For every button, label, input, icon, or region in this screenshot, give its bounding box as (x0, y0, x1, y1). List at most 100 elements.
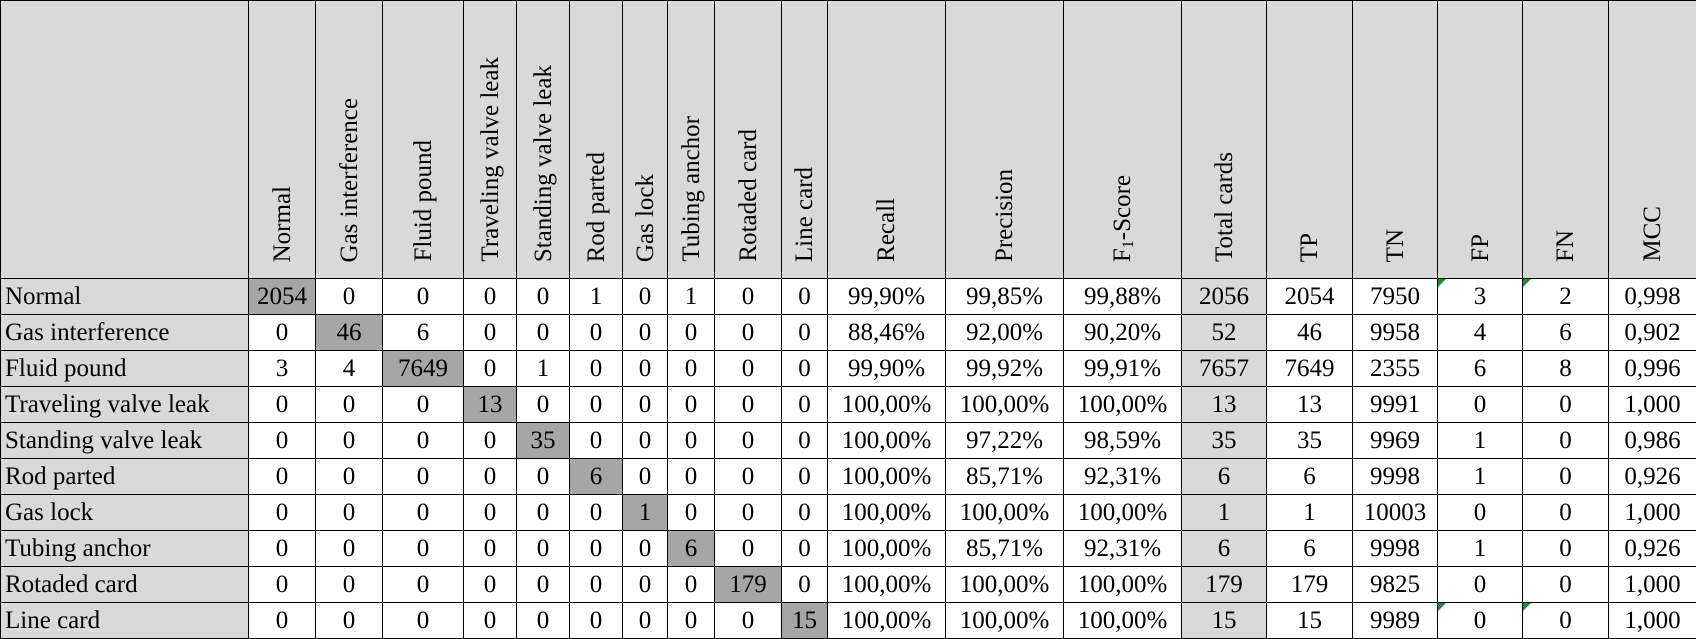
col-header-gas-interference: Gas interference (316, 1, 383, 279)
table-row: Tubing anchor0000000600100,00%85,71%92,3… (1, 531, 1696, 567)
matrix-cell: 0 (668, 603, 715, 639)
matrix-cell: 0 (623, 387, 668, 423)
matrix-cell: 0 (570, 495, 623, 531)
matrix-cell: 0 (715, 387, 782, 423)
fp-cell: 1 (1438, 459, 1523, 495)
matrix-cell: 0 (249, 387, 316, 423)
total-cell: 7657 (1182, 351, 1267, 387)
tn-cell: 7950 (1353, 279, 1438, 315)
diagonal-cell: 7649 (383, 351, 464, 387)
diagonal-cell: 15 (782, 603, 828, 639)
matrix-cell: 0 (316, 603, 383, 639)
matrix-cell: 0 (383, 531, 464, 567)
col-header-total-cards: Total cards (1182, 1, 1267, 279)
corner-cell (1, 1, 249, 279)
matrix-cell: 0 (383, 459, 464, 495)
matrix-cell: 0 (316, 387, 383, 423)
diagonal-cell: 46 (316, 315, 383, 351)
mcc-cell: 0,996 (1609, 351, 1696, 387)
tn-cell: 9825 (1353, 567, 1438, 603)
matrix-cell: 0 (570, 567, 623, 603)
matrix-cell: 0 (316, 459, 383, 495)
fp-cell: 0 (1438, 387, 1523, 423)
fn-cell: 0 (1523, 603, 1609, 639)
mcc-cell: 0,902 (1609, 315, 1696, 351)
fn-cell: 0 (1523, 531, 1609, 567)
total-cell: 179 (1182, 567, 1267, 603)
row-label: Tubing anchor (1, 531, 249, 567)
fp-cell: 6 (1438, 351, 1523, 387)
tn-cell: 10003 (1353, 495, 1438, 531)
total-cell: 2056 (1182, 279, 1267, 315)
row-label: Gas lock (1, 495, 249, 531)
matrix-cell: 0 (715, 423, 782, 459)
matrix-cell: 0 (464, 567, 517, 603)
table-row: Gas lock0000001000100,00%100,00%100,00%1… (1, 495, 1696, 531)
table-body: Normal205400001010099,90%99,85%99,88%205… (1, 279, 1696, 639)
diagonal-cell: 179 (715, 567, 782, 603)
matrix-cell: 0 (517, 315, 570, 351)
matrix-cell: 0 (715, 603, 782, 639)
fp-cell: 0 (1438, 603, 1523, 639)
matrix-cell: 0 (570, 387, 623, 423)
matrix-cell: 0 (383, 423, 464, 459)
matrix-cell: 0 (517, 495, 570, 531)
tp-cell: 6 (1267, 531, 1353, 567)
recall-cell: 99,90% (828, 279, 946, 315)
matrix-cell: 0 (383, 603, 464, 639)
table-row: Fluid pound347649010000099,90%99,92%99,9… (1, 351, 1696, 387)
precision-cell: 100,00% (946, 495, 1064, 531)
fn-cell: 0 (1523, 495, 1609, 531)
matrix-cell: 0 (570, 423, 623, 459)
matrix-cell: 0 (668, 387, 715, 423)
table-row: Standing valve leak00003500000100,00%97,… (1, 423, 1696, 459)
tn-cell: 2355 (1353, 351, 1438, 387)
mcc-cell: 1,000 (1609, 603, 1696, 639)
matrix-cell: 0 (715, 279, 782, 315)
total-cell: 6 (1182, 531, 1267, 567)
matrix-cell: 0 (464, 495, 517, 531)
col-header-tp: TP (1267, 1, 1353, 279)
matrix-cell: 0 (782, 279, 828, 315)
row-label: Line card (1, 603, 249, 639)
tp-cell: 179 (1267, 567, 1353, 603)
header-row: Normal Gas interference Fluid pound Trav… (1, 1, 1696, 279)
diagonal-cell: 13 (464, 387, 517, 423)
tn-cell: 9969 (1353, 423, 1438, 459)
fp-cell: 0 (1438, 495, 1523, 531)
f1-cell: 99,91% (1064, 351, 1182, 387)
table-row: Line card00000000015100,00%100,00%100,00… (1, 603, 1696, 639)
matrix-cell: 0 (570, 531, 623, 567)
f1-main: F (1109, 248, 1136, 262)
matrix-cell: 0 (623, 531, 668, 567)
tn-cell: 9998 (1353, 531, 1438, 567)
tp-cell: 15 (1267, 603, 1353, 639)
col-header-precision: Precision (946, 1, 1064, 279)
recall-cell: 100,00% (828, 531, 946, 567)
matrix-cell: 0 (383, 495, 464, 531)
precision-cell: 85,71% (946, 531, 1064, 567)
matrix-cell: 0 (715, 459, 782, 495)
col-header-standing-valve-leak: Standing valve leak (517, 1, 570, 279)
recall-cell: 100,00% (828, 495, 946, 531)
matrix-cell: 0 (517, 603, 570, 639)
matrix-cell: 4 (316, 351, 383, 387)
matrix-cell: 0 (249, 495, 316, 531)
tn-cell: 9998 (1353, 459, 1438, 495)
mcc-cell: 1,000 (1609, 495, 1696, 531)
matrix-cell: 0 (316, 279, 383, 315)
fp-cell: 0 (1438, 567, 1523, 603)
fn-cell: 0 (1523, 567, 1609, 603)
col-header-f1-score: F1-Score (1064, 1, 1182, 279)
recall-cell: 100,00% (828, 423, 946, 459)
f1-subscript: 1 (1120, 240, 1137, 248)
matrix-cell: 0 (249, 603, 316, 639)
fp-cell: 1 (1438, 423, 1523, 459)
fn-cell: 0 (1523, 387, 1609, 423)
f1-cell: 92,31% (1064, 459, 1182, 495)
tp-cell: 1 (1267, 495, 1353, 531)
fn-cell: 0 (1523, 423, 1609, 459)
matrix-cell: 0 (383, 567, 464, 603)
fn-cell: 8 (1523, 351, 1609, 387)
row-label: Fluid pound (1, 351, 249, 387)
